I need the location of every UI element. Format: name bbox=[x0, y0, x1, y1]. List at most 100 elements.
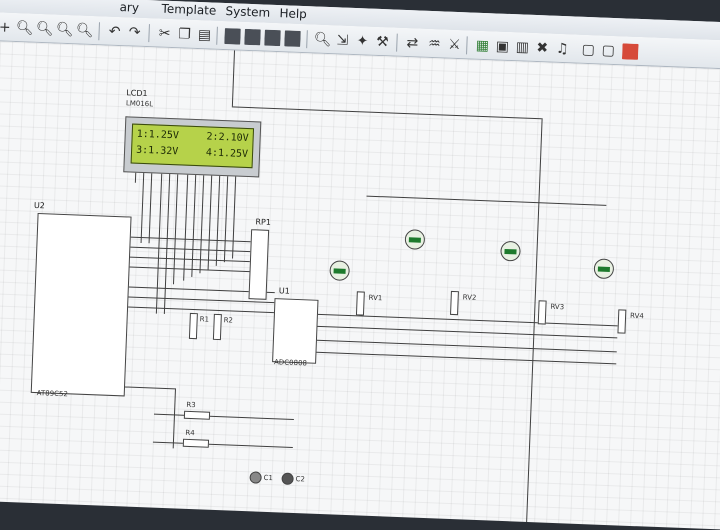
toolbar-separator bbox=[216, 26, 218, 45]
lcd-row-2: 3:1.32V 4:1.25V bbox=[136, 143, 249, 163]
wire bbox=[231, 106, 542, 120]
block-delete-icon[interactable] bbox=[284, 30, 301, 47]
potentiometer[interactable] bbox=[355, 291, 365, 316]
mcu-ref-label: U2 bbox=[33, 200, 46, 211]
pot-ref-label: RV1 bbox=[368, 293, 383, 303]
voltmeter-4[interactable] bbox=[593, 258, 615, 280]
lcd-text: 2:2.10V bbox=[206, 131, 249, 145]
resistor[interactable] bbox=[182, 438, 210, 448]
wire bbox=[215, 175, 221, 266]
remove-sheet-icon[interactable]: ▣ bbox=[492, 36, 513, 57]
wire bbox=[317, 325, 618, 339]
zoom-in-icon[interactable]: 🔍︎ bbox=[14, 18, 35, 39]
rp-ref-label: RP1 bbox=[255, 217, 272, 227]
export-icon[interactable]: ✖ bbox=[532, 38, 553, 59]
wire bbox=[153, 413, 294, 420]
voltmeter-display bbox=[408, 237, 421, 243]
toolbar-separator bbox=[396, 33, 398, 52]
search-tag-icon[interactable]: ♒ bbox=[424, 34, 445, 55]
lcd-text: 4:1.25V bbox=[205, 147, 249, 161]
adc-chip[interactable] bbox=[272, 298, 319, 364]
wire bbox=[232, 176, 237, 259]
wire bbox=[172, 388, 176, 449]
voltmeter-2[interactable] bbox=[404, 229, 426, 250]
ares-icon[interactable] bbox=[621, 43, 639, 60]
probe-label: C1 bbox=[263, 473, 274, 483]
lcd-text: 1:1.25V bbox=[136, 128, 180, 142]
wire bbox=[317, 313, 618, 327]
menu-help[interactable]: Help bbox=[279, 6, 307, 21]
voltmeter-1[interactable] bbox=[329, 260, 351, 282]
packaging-icon[interactable]: ✦ bbox=[352, 31, 373, 52]
schematic-canvas[interactable]: LCD1 LM016L 1:1.25V 2:2.10V 3:1.32V 4:1.… bbox=[0, 40, 720, 530]
property-tool-icon[interactable]: ⚔ bbox=[444, 34, 465, 55]
wire bbox=[140, 173, 145, 244]
menu-template[interactable]: Template bbox=[161, 2, 216, 18]
resistor-ref-label: R1 bbox=[199, 315, 210, 324]
wire bbox=[231, 50, 236, 107]
wire bbox=[366, 195, 607, 206]
wire bbox=[207, 175, 213, 270]
probe[interactable] bbox=[281, 472, 294, 486]
toolbar-separator bbox=[306, 30, 308, 49]
block-copy-icon[interactable] bbox=[224, 28, 241, 45]
zoom-area-icon[interactable]: 🔍︎ bbox=[74, 20, 95, 41]
toolbar-separator bbox=[148, 24, 150, 43]
wire bbox=[191, 175, 197, 277]
pot-ref-label: RV3 bbox=[550, 302, 565, 312]
zoom-all-icon[interactable]: 🔍︎ bbox=[54, 20, 75, 41]
erc-icon[interactable]: ▢ bbox=[578, 40, 599, 61]
resistor[interactable] bbox=[212, 313, 222, 341]
wire bbox=[316, 339, 617, 353]
wire bbox=[163, 174, 171, 314]
decompose-icon[interactable]: ⚒ bbox=[372, 32, 393, 53]
voltmeter-display bbox=[504, 248, 517, 255]
paste-icon[interactable]: ▤ bbox=[194, 25, 215, 46]
wire bbox=[148, 173, 153, 244]
potentiometer[interactable] bbox=[617, 309, 627, 334]
resistor-ref-label: R4 bbox=[185, 428, 195, 438]
copy-icon[interactable]: ❐ bbox=[174, 24, 195, 45]
mcu-part-label: AT89C52 bbox=[36, 389, 69, 399]
cut-icon[interactable]: ✂ bbox=[154, 23, 175, 44]
wire bbox=[183, 174, 189, 281]
lcd-part-label: LM016L bbox=[125, 99, 154, 109]
resistor[interactable] bbox=[183, 410, 211, 420]
block-move-icon[interactable] bbox=[244, 28, 261, 46]
lcd-screen: 1:1.25V 2:2.10V 3:1.32V 4:1.25V bbox=[130, 123, 255, 169]
wire bbox=[129, 266, 250, 273]
new-sheet-icon[interactable]: ▦ bbox=[472, 36, 493, 57]
adc-ref-label: U1 bbox=[278, 286, 290, 296]
adc-part-label: ADC0808 bbox=[273, 358, 308, 368]
make-device-icon[interactable]: ⇲ bbox=[332, 30, 353, 51]
menu-system[interactable]: System bbox=[225, 4, 270, 20]
menu-library[interactable]: ary bbox=[119, 0, 139, 15]
pick-device-icon[interactable]: 🔍︎ bbox=[312, 29, 333, 50]
probe[interactable] bbox=[249, 471, 262, 484]
resistor-pack[interactable] bbox=[248, 229, 270, 300]
netlist-icon[interactable]: ▢ bbox=[598, 40, 619, 61]
app-window: ary Template System Help + 🔍︎ 🔍︎ 🔍︎ 🔍︎ ↶… bbox=[0, 0, 720, 530]
wire bbox=[124, 386, 175, 390]
zoom-out-icon[interactable]: 🔍︎ bbox=[34, 19, 55, 40]
voltmeter-3[interactable] bbox=[500, 240, 521, 262]
add-icon[interactable]: + bbox=[0, 17, 15, 38]
voltmeter-display bbox=[333, 268, 346, 274]
toolbar-separator bbox=[466, 36, 468, 55]
wire-autorouter-icon[interactable]: ⇄ bbox=[402, 33, 423, 54]
bom-icon[interactable]: ♫ bbox=[552, 39, 573, 60]
resistor[interactable] bbox=[188, 312, 198, 340]
block-rotate-icon[interactable] bbox=[264, 29, 281, 47]
redo-icon[interactable]: ↷ bbox=[124, 22, 145, 43]
lcd-ref-label: LCD1 bbox=[126, 88, 148, 99]
lcd-text: 3:1.32V bbox=[135, 144, 179, 158]
undo-icon[interactable]: ↶ bbox=[104, 21, 125, 42]
wire bbox=[134, 172, 137, 183]
voltmeter-display bbox=[597, 266, 610, 272]
resistor-ref-label: R2 bbox=[223, 316, 234, 325]
potentiometer[interactable] bbox=[450, 290, 459, 316]
potentiometer[interactable] bbox=[537, 300, 547, 325]
lcd-display[interactable]: 1:1.25V 2:2.10V 3:1.32V 4:1.25V bbox=[123, 116, 262, 178]
microcontroller-chip[interactable] bbox=[30, 212, 132, 397]
goto-sheet-icon[interactable]: ▥ bbox=[512, 37, 533, 58]
